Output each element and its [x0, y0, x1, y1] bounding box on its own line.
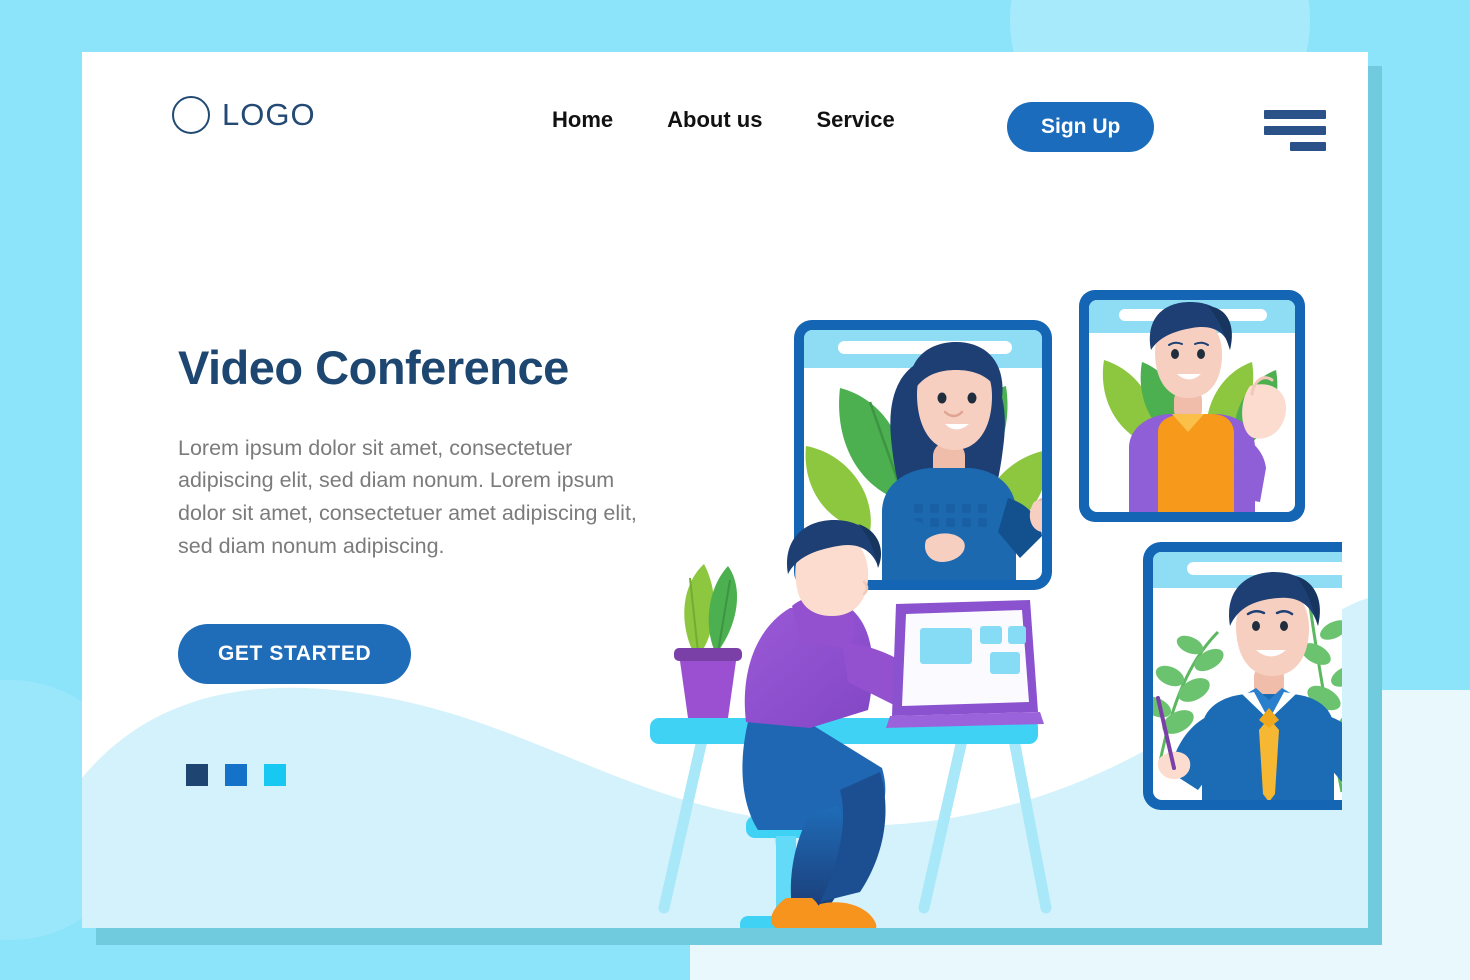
- nav-item-service[interactable]: Service: [816, 107, 894, 133]
- get-started-button[interactable]: GET STARTED: [178, 624, 412, 685]
- pagination-dot-1[interactable]: [186, 764, 208, 786]
- hero-section: Video Conference Lorem ipsum dolor sit a…: [178, 341, 698, 685]
- hamburger-bar-2: [1264, 126, 1326, 135]
- hamburger-menu-icon[interactable]: [1264, 110, 1326, 158]
- pagination-dot-3[interactable]: [264, 764, 286, 786]
- site-header: LOGO Home About us Service Sign Up: [82, 52, 1368, 212]
- circle-outline-icon: [172, 96, 210, 134]
- sign-up-button[interactable]: Sign Up: [1007, 102, 1155, 152]
- logo[interactable]: LOGO: [172, 96, 316, 134]
- main-navigation: Home About us Service: [552, 107, 895, 133]
- hamburger-bar-3: [1290, 142, 1326, 151]
- pagination-dot-2[interactable]: [225, 764, 247, 786]
- logo-text: LOGO: [222, 97, 316, 132]
- nav-item-about-us[interactable]: About us: [667, 107, 762, 133]
- laptop: [886, 600, 1044, 728]
- hamburger-bar-1: [1264, 110, 1326, 119]
- landing-page-card: LOGO Home About us Service Sign Up Video…: [82, 52, 1368, 928]
- participant-card-man-orange[interactable]: [1079, 290, 1305, 522]
- nav-item-home[interactable]: Home: [552, 107, 613, 133]
- video-conference-illustration: [650, 290, 1342, 928]
- pagination-dots: [186, 764, 286, 786]
- page-title: Video Conference: [178, 341, 569, 394]
- hero-description: Lorem ipsum dolor sit amet, consectetuer…: [178, 435, 637, 558]
- participant-card-man-suit[interactable]: [1138, 542, 1342, 810]
